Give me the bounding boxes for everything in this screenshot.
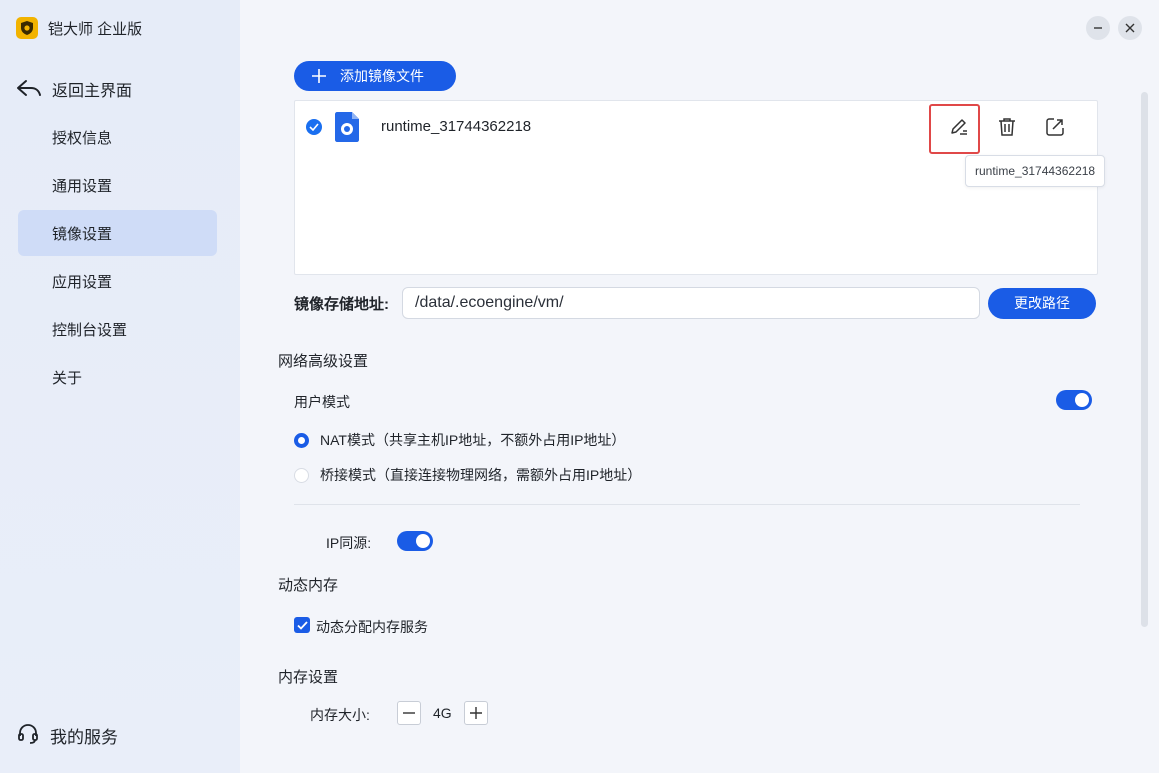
export-icon	[1046, 118, 1064, 136]
headset-icon	[16, 722, 40, 749]
scrollbar[interactable]	[1141, 92, 1148, 627]
list-item[interactable]: runtime_31744362218 runtime_31744362218	[295, 104, 1106, 187]
bridge-mode-label: 桥接模式（直接连接物理网络，需额外占用IP地址）	[320, 467, 642, 483]
image-list: runtime_31744362218 runtime_31744362218	[294, 100, 1106, 275]
storage-path-row: 镜像存储地址: 更改路径	[294, 287, 1098, 319]
minimize-icon	[1094, 27, 1102, 29]
nat-radio[interactable]	[294, 432, 309, 448]
change-path-button[interactable]: 更改路径	[988, 287, 1096, 319]
selected-check-icon[interactable]	[306, 119, 322, 135]
sidebar: 铠大师 企业版 返回主界面 授权信息 通用设置 镜像设置 应用设置 控制台设置 …	[0, 0, 240, 773]
sidebar-nav: 授权信息 通用设置 镜像设置 应用设置 控制台设置 关于	[18, 114, 217, 402]
add-image-button[interactable]: 添加镜像文件	[294, 61, 456, 91]
sidebar-item-about[interactable]: 关于	[18, 354, 217, 400]
shield-logo-icon	[16, 17, 38, 39]
dynamic-memory-checkbox[interactable]	[294, 617, 310, 633]
dynamic-memory-label: 动态分配内存服务	[316, 619, 428, 635]
nat-mode-option[interactable]: NAT模式（共享主机IP地址，不额外占用IP地址）	[294, 430, 625, 450]
sidebar-item-app[interactable]: 应用设置	[18, 258, 217, 304]
close-button[interactable]	[1118, 16, 1142, 40]
memory-decrease-button[interactable]	[397, 701, 421, 725]
main-panel: 添加镜像文件 runtime_31744362218 runtime_31744…	[240, 0, 1159, 773]
trash-icon	[999, 118, 1015, 136]
ip-same-toggle[interactable]	[397, 531, 433, 551]
sidebar-item-general[interactable]: 通用设置	[18, 162, 217, 208]
app-header: 铠大师 企业版	[16, 16, 142, 40]
sidebar-item-console[interactable]: 控制台设置	[18, 306, 217, 352]
plus-icon	[312, 69, 326, 83]
bridge-radio[interactable]	[294, 467, 309, 483]
memory-size-label: 内存大小:	[310, 707, 370, 723]
back-label: 返回主界面	[52, 83, 133, 100]
sidebar-item-image[interactable]: 镜像设置	[18, 210, 217, 256]
export-button[interactable]	[1041, 113, 1069, 141]
minimize-button[interactable]	[1086, 16, 1110, 40]
app-title: 铠大师 企业版	[48, 20, 143, 38]
app-window: 铠大师 企业版 返回主界面 授权信息 通用设置 镜像设置 应用设置 控制台设置 …	[0, 0, 1159, 773]
my-service-button[interactable]: 我的服务	[16, 722, 118, 748]
delete-button[interactable]	[993, 113, 1021, 141]
memory-section-title: 内存设置	[278, 669, 339, 686]
minus-icon	[403, 712, 415, 714]
image-file-icon	[335, 112, 359, 142]
image-name: runtime_31744362218	[381, 118, 532, 135]
user-mode-label: 用户模式	[294, 394, 350, 410]
memory-increase-button[interactable]	[464, 701, 488, 725]
ip-same-label: IP同源:	[326, 535, 372, 551]
network-section-title: 网络高级设置	[278, 353, 369, 370]
edit-icon	[951, 119, 967, 135]
storage-path-label: 镜像存储地址:	[294, 295, 389, 313]
divider	[294, 504, 1080, 505]
add-image-label: 添加镜像文件	[340, 68, 424, 84]
memory-size-value: 4G	[433, 705, 452, 721]
nat-mode-label: NAT模式（共享主机IP地址，不额外占用IP地址）	[320, 432, 626, 448]
bridge-mode-option[interactable]: 桥接模式（直接连接物理网络，需额外占用IP地址）	[294, 465, 641, 485]
close-icon	[1125, 23, 1135, 33]
user-mode-toggle[interactable]	[1056, 390, 1092, 410]
tooltip: runtime_31744362218	[965, 155, 1106, 187]
my-service-label: 我的服务	[50, 727, 118, 747]
sidebar-item-license[interactable]: 授权信息	[18, 114, 217, 160]
dynamic-memory-title: 动态内存	[278, 577, 339, 594]
storage-path-input[interactable]	[402, 287, 980, 319]
back-arrow-icon	[16, 78, 42, 101]
plus-icon	[470, 707, 482, 719]
back-to-main-button[interactable]: 返回主界面	[16, 76, 132, 102]
edit-button[interactable]	[945, 113, 973, 141]
